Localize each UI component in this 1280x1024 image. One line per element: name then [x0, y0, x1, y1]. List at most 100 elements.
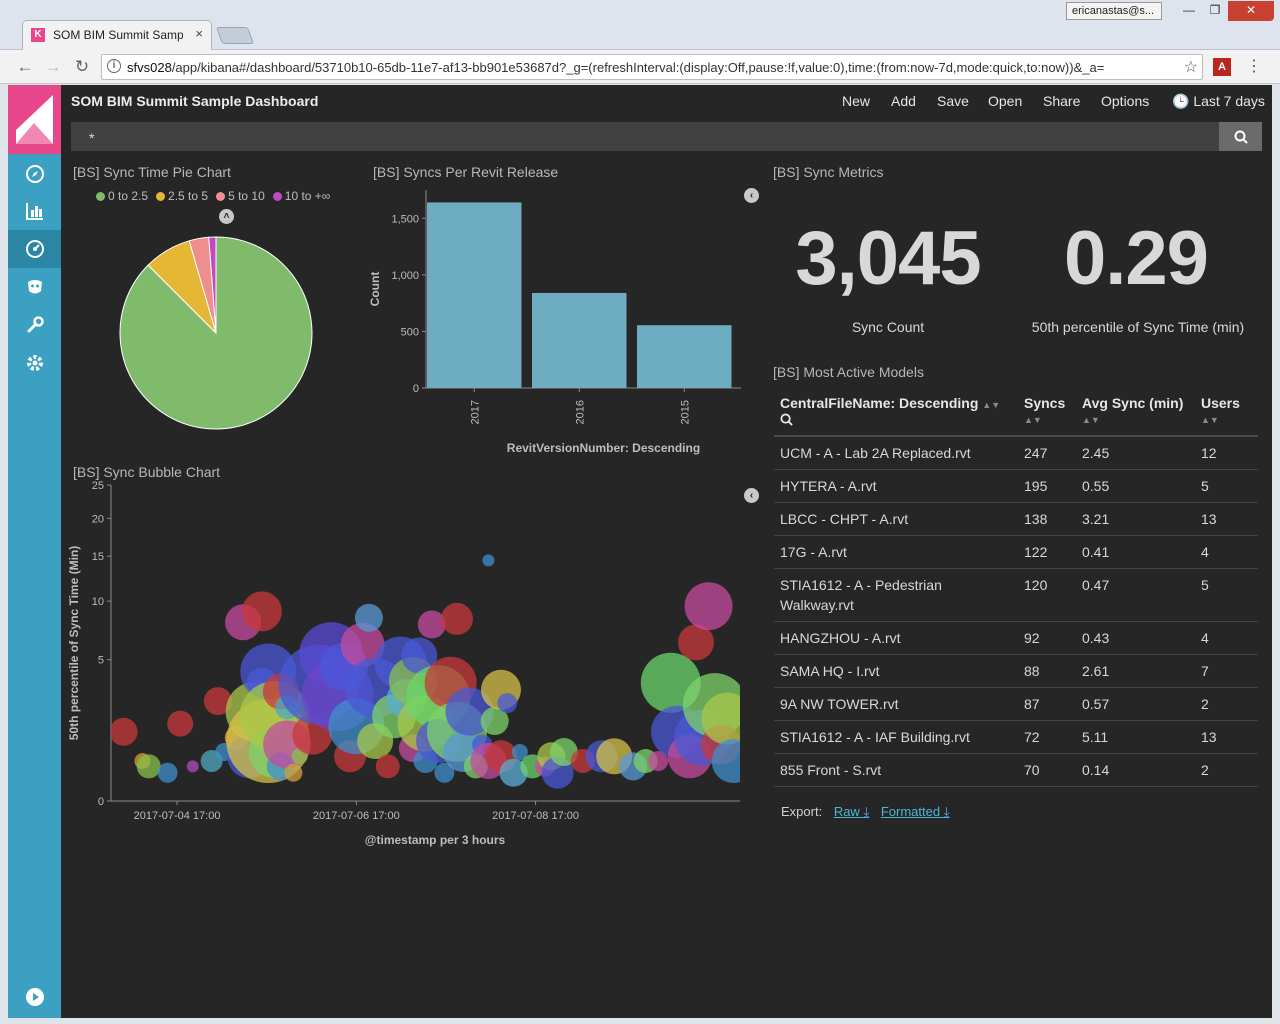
- export-raw-link[interactable]: Raw ⤓: [834, 804, 869, 819]
- pdf-extension-icon[interactable]: A: [1213, 58, 1231, 76]
- query-input[interactable]: *: [71, 122, 1220, 151]
- cell-filename[interactable]: 855 Front - S.rvt: [774, 753, 1018, 787]
- legend-swatch: [96, 191, 105, 201]
- y-tick-label: 500: [401, 326, 419, 338]
- profile-chip[interactable]: ericanastas@s...: [1066, 2, 1162, 20]
- export-raw-label: Raw: [833, 804, 860, 819]
- cell-syncs: 70: [1018, 753, 1076, 787]
- cell-filename[interactable]: HYTERA - A.rvt: [774, 469, 1018, 503]
- pie-panel-title: [BS] Sync Time Pie Chart: [73, 164, 231, 180]
- reload-icon[interactable]: ↻: [71, 56, 93, 78]
- timelion-icon[interactable]: [8, 268, 61, 306]
- cell-filename[interactable]: SAMA HQ - I.rvt: [774, 654, 1018, 688]
- column-header-users[interactable]: Users ▲▼: [1195, 387, 1258, 437]
- bubble: [482, 554, 495, 567]
- sync-count-value: 3,045: [795, 216, 981, 301]
- share-button[interactable]: Share: [1043, 93, 1080, 109]
- options-button[interactable]: Options: [1101, 93, 1149, 109]
- dev-tools-icon[interactable]: [8, 306, 61, 344]
- bookmark-star-icon[interactable]: ☆: [1184, 57, 1198, 77]
- legend-label: 2.5 to 5: [168, 189, 209, 203]
- sort-icon[interactable]: ▲▼: [1082, 415, 1190, 425]
- legend-swatch: [216, 191, 226, 201]
- management-icon[interactable]: [8, 344, 61, 382]
- legend-item[interactable]: 0 to 2.5: [96, 189, 148, 203]
- export-row: Export: Raw ⤓ Formatted ⤓: [781, 804, 949, 820]
- download-icon: ⤓: [863, 804, 870, 819]
- table-row: UCM - A - Lab 2A Replaced.rvt 247 2.45 12: [774, 436, 1258, 470]
- maximize-button[interactable]: ❐: [1202, 1, 1228, 21]
- cell-syncs: 138: [1018, 502, 1076, 536]
- discover-icon[interactable]: [8, 155, 61, 193]
- address-bar[interactable]: i sfvs028/app/kibana#/dashboard/53710b10…: [101, 54, 1203, 80]
- cell-syncs: 92: [1018, 621, 1076, 655]
- bubble: [136, 754, 161, 779]
- column-header-label: Users: [1201, 395, 1240, 411]
- bubble: [354, 603, 383, 632]
- column-header-syncs[interactable]: Syncs ▲▼: [1018, 387, 1076, 437]
- bar: [532, 292, 627, 388]
- new-button[interactable]: New: [842, 93, 870, 109]
- sort-icon[interactable]: ▲▼: [1024, 415, 1071, 425]
- cell-filename[interactable]: 17G - A.rvt: [774, 535, 1018, 569]
- back-icon[interactable]: ←: [14, 56, 36, 78]
- cell-users: 4: [1195, 621, 1258, 655]
- browser-menu-icon[interactable]: ⋮: [1246, 56, 1262, 76]
- cell-avg-sync: 0.14: [1076, 753, 1195, 787]
- magnifier-icon[interactable]: [780, 413, 1013, 429]
- table-row: STIA1612 - A - IAF Building.rvt 72 5.11 13: [774, 720, 1258, 754]
- y-tick-label: 5: [98, 655, 104, 667]
- cell-filename[interactable]: STIA1612 - A - Pedestrian Walkway.rvt: [774, 568, 1018, 622]
- time-picker-button[interactable]: 🕒 Last 7 days: [1172, 93, 1265, 110]
- search-button[interactable]: [1219, 122, 1262, 151]
- table-row: 17G - A.rvt 122 0.41 4: [774, 535, 1258, 569]
- cell-filename[interactable]: HANGZHOU - A.rvt: [774, 621, 1018, 655]
- add-button[interactable]: Add: [891, 93, 916, 109]
- legend-item[interactable]: 2.5 to 5: [156, 189, 208, 203]
- play-icon[interactable]: [8, 978, 61, 1016]
- bubble: [157, 762, 178, 783]
- sort-icon[interactable]: ▲▼: [1201, 415, 1253, 425]
- kibana-logo-icon[interactable]: [8, 85, 61, 154]
- sort-icon[interactable]: ▲▼: [982, 400, 1000, 410]
- bar-panel-title: [BS] Syncs Per Revit Release: [373, 164, 559, 180]
- column-header-avg-sync[interactable]: Avg Sync (min) ▲▼: [1076, 387, 1195, 437]
- kibana-favicon-icon: K: [31, 28, 45, 42]
- cell-filename[interactable]: STIA1612 - A - IAF Building.rvt: [774, 720, 1018, 754]
- bubble: [375, 754, 400, 779]
- legend-item[interactable]: 10 to +∞: [272, 189, 330, 203]
- p50-sync-time-label: 50th percentile of Sync Time (min): [1031, 319, 1245, 335]
- close-window-button[interactable]: ✕: [1228, 1, 1274, 21]
- column-header-filename[interactable]: CentralFileName: Descending ▲▼: [774, 387, 1018, 437]
- download-icon: ⤓: [943, 804, 950, 819]
- minimize-button[interactable]: —: [1176, 1, 1202, 21]
- p50-sync-time-value: 0.29: [1064, 216, 1209, 301]
- open-button[interactable]: Open: [988, 93, 1022, 109]
- save-button[interactable]: Save: [937, 93, 969, 109]
- info-icon[interactable]: i: [107, 59, 121, 73]
- cell-users: 2: [1195, 753, 1258, 787]
- x-tick-label: 2017-07-06 17:00: [313, 810, 400, 822]
- export-formatted-link[interactable]: Formatted ⤓: [881, 804, 950, 819]
- dashboard-icon[interactable]: [8, 230, 61, 268]
- cell-avg-sync: 5.11: [1076, 720, 1195, 754]
- visualize-icon[interactable]: [8, 192, 61, 230]
- cell-avg-sync: 0.43: [1076, 621, 1195, 655]
- tab-close-button[interactable]: ×: [195, 26, 203, 41]
- table-row: 855 Front - S.rvt 70 0.14 2: [774, 753, 1258, 787]
- cell-filename[interactable]: LBCC - CHPT - A.rvt: [774, 502, 1018, 536]
- forward-icon[interactable]: →: [42, 56, 64, 78]
- y-tick-label: 0: [413, 383, 419, 395]
- x-axis-label: @timestamp per 3 hours: [365, 833, 506, 847]
- x-tick-label: 2016: [574, 400, 586, 424]
- cell-filename[interactable]: UCM - A - Lab 2A Replaced.rvt: [774, 436, 1018, 470]
- cell-filename[interactable]: 9A NW TOWER.rvt: [774, 687, 1018, 721]
- new-tab-button[interactable]: [215, 27, 255, 44]
- y-tick-label: 0: [98, 796, 104, 808]
- legend-item[interactable]: 5 to 10: [216, 189, 265, 203]
- browser-tab[interactable]: K SOM BIM Summit Samp ×: [22, 20, 212, 50]
- url-text[interactable]: sfvs028/app/kibana#/dashboard/53710b10-6…: [127, 60, 1177, 75]
- chevron-up-icon[interactable]: ˄: [219, 209, 234, 224]
- models-panel-title: [BS] Most Active Models: [773, 364, 924, 380]
- clock-icon: 🕒: [1172, 93, 1190, 109]
